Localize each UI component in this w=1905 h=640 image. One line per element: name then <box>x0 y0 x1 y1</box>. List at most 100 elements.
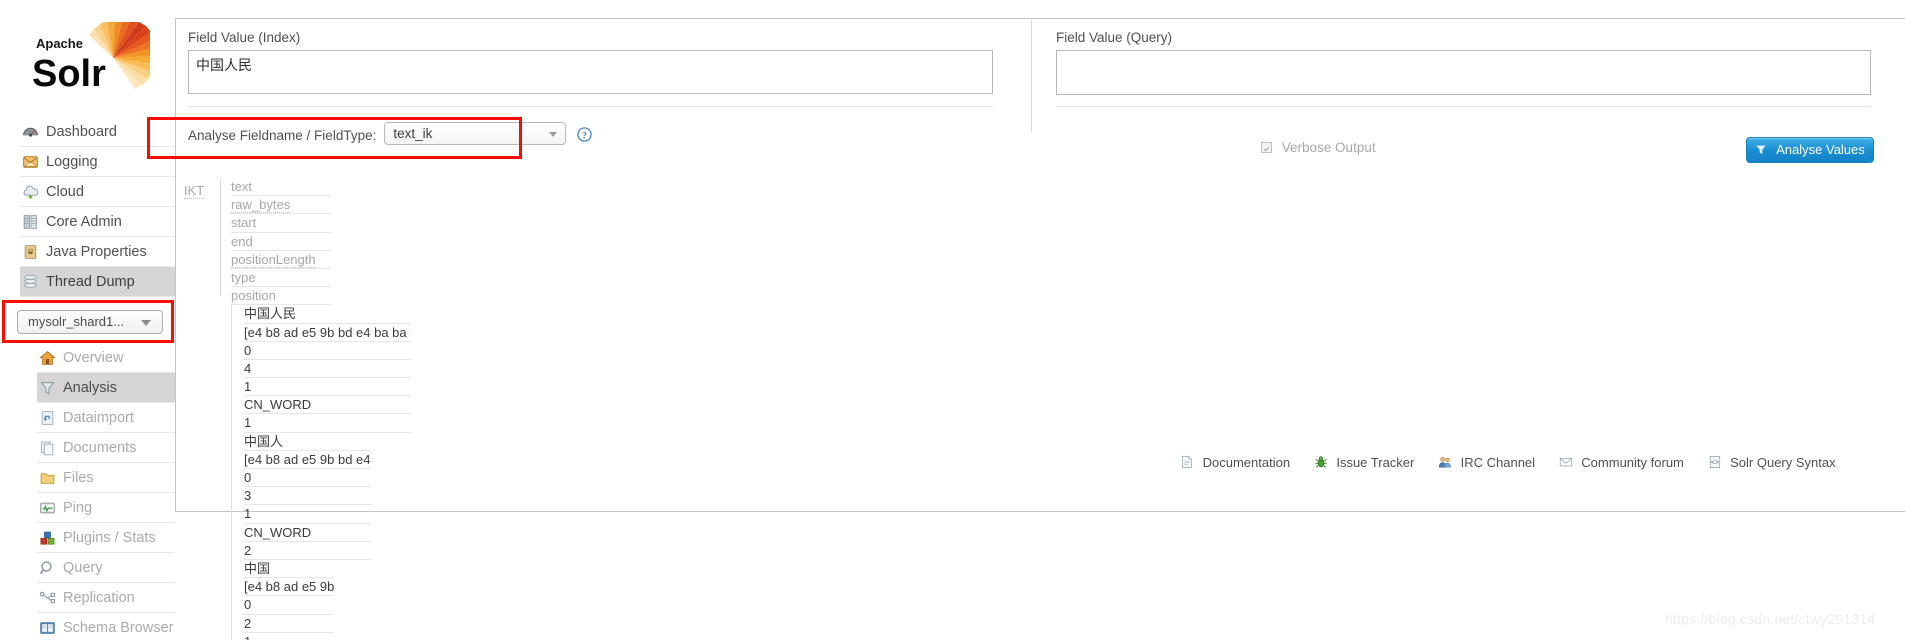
footer-link-label: Solr Query Syntax <box>1730 455 1836 470</box>
thread-dump-icon <box>24 274 37 288</box>
sidebar-item-documents[interactable]: Documents <box>37 433 175 463</box>
analysis-row-keys: text raw_bytes start end positionLength … <box>231 178 331 306</box>
token-start: 0 <box>244 596 334 615</box>
sidebar-item-analysis[interactable]: Analysis <box>37 373 175 403</box>
sidebar-item-label: Core Admin <box>46 214 122 230</box>
row-key-end: end <box>231 233 331 251</box>
sidebar-item-plugins-stats[interactable]: Plugins / Stats <box>37 523 175 553</box>
footer-links: Documentation Issue Tracker IRC Channel … <box>1180 455 1836 470</box>
java-properties-icon <box>24 244 37 259</box>
fieldtype-selected-value: text_ik <box>393 126 433 141</box>
row-key-type: type <box>231 269 331 288</box>
field-value-query-input[interactable] <box>1056 50 1871 95</box>
footer-link-issue-tracker[interactable]: Issue Tracker <box>1314 455 1415 470</box>
right-section-divider <box>1056 106 1871 107</box>
solr-logo[interactable]: Apache Solr <box>18 22 150 102</box>
footer-link-community-forum[interactable]: Community forum <box>1559 455 1684 470</box>
panel-top-divider <box>176 18 1905 19</box>
sidebar-item-label: Dataimport <box>63 410 134 426</box>
fieldtype-label: Analyse Fieldname / FieldType: <box>188 128 377 143</box>
funnel-icon <box>1756 145 1767 155</box>
sidebar-item-thread-dump[interactable]: Thread Dump <box>20 267 175 297</box>
sidebar-item-label: Ping <box>63 500 93 516</box>
question-mark-icon[interactable]: ? <box>577 127 593 142</box>
footer-link-documentation[interactable]: Documentation <box>1180 455 1290 470</box>
cloud-icon <box>23 185 39 199</box>
field-value-index-block: Field Value (Index) <box>188 30 993 94</box>
people-icon <box>1438 457 1451 468</box>
sidebar-item-cloud[interactable]: Cloud <box>20 177 175 207</box>
verbose-output-checkbox[interactable]: Verbose Output <box>1261 140 1376 155</box>
token-raw-bytes: [e4 b8 ad e5 9b bd e4 ba ba] <box>244 451 371 469</box>
sidebar-item-label: Plugins / Stats <box>63 530 156 546</box>
footer-link-label: Issue Tracker <box>1336 455 1415 470</box>
sidebar-item-label: Files <box>63 470 94 486</box>
watermark: https://blog.csdn.net/ctwy291314 <box>1665 611 1876 627</box>
sidebar-item-label: Analysis <box>63 380 117 396</box>
sidebar-item-core-admin[interactable]: Core Admin <box>20 207 175 237</box>
analyzer-label[interactable]: IKT <box>184 183 205 199</box>
token-text: 中国 <box>244 560 334 579</box>
sidebar-item-label: Query <box>63 560 103 576</box>
token-type: CN_WORD <box>244 396 411 415</box>
sidebar-item-java-properties[interactable]: Java Properties <box>20 237 175 267</box>
left-section-divider <box>188 106 993 107</box>
row-key-raw-bytes[interactable]: raw_bytes <box>231 196 331 215</box>
verbose-output-label: Verbose Output <box>1281 140 1376 155</box>
token-text: 中国人民 <box>244 305 411 324</box>
analysis-grid: text raw_bytes start end positionLength … <box>231 178 411 640</box>
magnifier-icon <box>39 560 52 574</box>
sidebar-item-label: Schema Browser <box>63 620 174 636</box>
analyse-values-button[interactable]: Analyse Values <box>1746 137 1874 163</box>
sidebar-item-replication[interactable]: Replication <box>37 583 175 613</box>
sidebar-item-query[interactable]: Query <box>37 553 175 583</box>
main-content: Field Value (Index) Field Value (Query) … <box>175 18 1905 640</box>
footer-link-label: Documentation <box>1202 455 1291 470</box>
token-column: 中国 [e4 b8 ad e5 9b bd] 0 2 1 CN_WORD 3 <box>231 559 334 640</box>
sidebar-item-label: Java Properties <box>46 244 147 260</box>
home-icon <box>39 350 56 365</box>
solr-admin-page: Apache Solr Dashboard Logging Cloud Core… <box>0 0 1905 640</box>
row-key-position-length[interactable]: positionLength <box>231 251 331 269</box>
funnel-icon <box>40 381 55 395</box>
sidebar-item-schema-browser[interactable]: Schema Browser <box>37 613 175 640</box>
sidebar-item-dataimport[interactable]: Dataimport <box>37 403 175 433</box>
token-text: 中国人 <box>244 433 371 451</box>
footer-link-irc-channel[interactable]: IRC Channel <box>1438 455 1535 470</box>
fieldtype-row: Analyse Fieldname / FieldType: text_ik ? <box>188 122 593 150</box>
svg-text:<>: <> <box>1710 460 1718 468</box>
fieldtype-select[interactable]: text_ik <box>384 122 567 145</box>
sidebar-item-label: Thread Dump <box>46 274 135 290</box>
token-position: 1 <box>244 414 411 433</box>
svg-text:Solr: Solr <box>32 53 106 95</box>
footer-link-solr-query-syntax[interactable]: <> Solr Query Syntax <box>1708 455 1836 470</box>
field-value-index-input[interactable] <box>188 50 993 94</box>
token-position-length: 1 <box>244 505 371 524</box>
sidebar-item-logging[interactable]: Logging <box>20 147 175 177</box>
field-value-query-block: Field Value (Query) <box>1056 30 1871 95</box>
envelope-icon <box>1559 458 1572 467</box>
core-admin-icon <box>23 214 37 229</box>
chevron-down-icon <box>549 132 558 137</box>
sidebar-item-files[interactable]: Files <box>37 463 175 493</box>
token-position-length: 1 <box>244 633 334 640</box>
sidebar-item-label: Cloud <box>46 184 84 200</box>
code-page-icon: <> <box>1709 456 1720 468</box>
documents-icon <box>41 441 54 455</box>
sidebar-item-ping[interactable]: Ping <box>37 493 175 523</box>
token-start: 0 <box>244 469 371 488</box>
plugins-icon <box>40 531 55 545</box>
footer-link-label: Community forum <box>1581 455 1684 470</box>
analyzer-divider <box>220 178 221 296</box>
sidebar-item-overview[interactable]: Overview <box>37 343 175 373</box>
sidebar-item-label: Dashboard <box>46 124 117 140</box>
folder-icon <box>40 472 55 484</box>
row-key-start: start <box>231 214 331 233</box>
field-value-index-label: Field Value (Index) <box>188 30 301 45</box>
core-selector-dropdown[interactable]: mysolr_shard1... <box>17 310 163 334</box>
svg-text:Apache: Apache <box>36 36 83 51</box>
sidebar: Apache Solr Dashboard Logging Cloud Core… <box>0 0 175 640</box>
sidebar-item-label: Overview <box>63 350 124 366</box>
sidebar-item-dashboard[interactable]: Dashboard <box>20 117 175 147</box>
token-end: 3 <box>244 487 371 506</box>
